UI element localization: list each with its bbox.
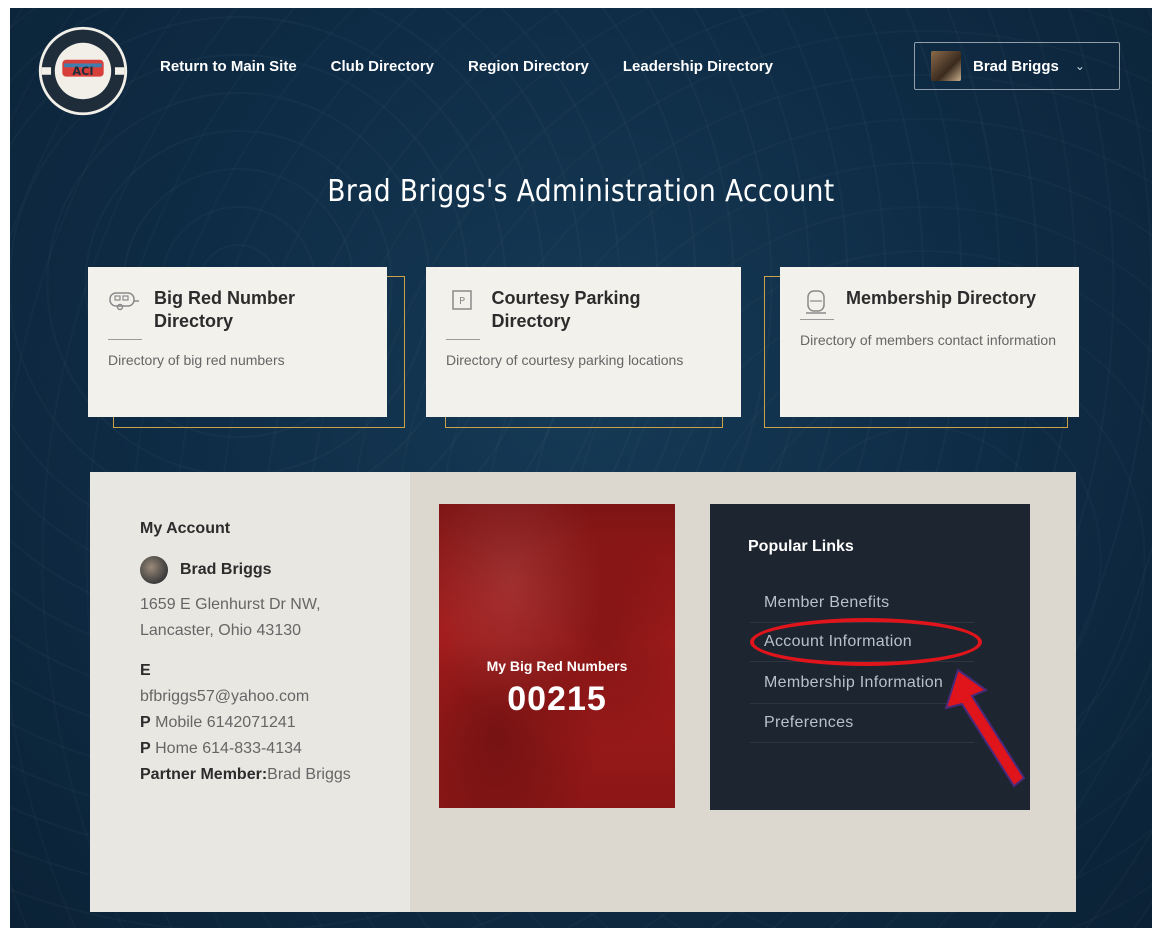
avatar — [931, 51, 961, 81]
user-menu-button[interactable]: Brad Briggs ⌄ — [914, 42, 1120, 90]
card-courtesy-parking-directory[interactable]: P Courtesy Parking Directory Directory o… — [426, 267, 741, 417]
card-membership-directory[interactable]: Membership Directory Directory of member… — [780, 267, 1079, 417]
card-description: Directory of courtesy parking locations — [446, 352, 684, 368]
nav-club-directory[interactable]: Club Directory — [331, 58, 434, 75]
home-value: Home 614-833-4134 — [155, 740, 302, 757]
big-red-numbers-card[interactable]: My Big Red Numbers 00215 — [439, 504, 675, 808]
logo-monogram: ACI — [72, 65, 93, 78]
member-badge-icon — [800, 289, 832, 314]
top-nav: Return to Main Site Club Directory Regio… — [160, 58, 773, 75]
page-title: Brad Briggs's Administration Account — [327, 174, 835, 209]
mobile-label: P — [140, 714, 151, 731]
card-description: Directory of members contact information — [800, 332, 1056, 348]
card-title: Courtesy Parking Directory — [491, 288, 641, 331]
account-panel: My Account Brad Briggs 1659 E Glenhurst … — [90, 472, 1076, 912]
address-line-2: Lancaster, Ohio 43130 — [140, 622, 302, 639]
airstream-trailer-icon — [108, 289, 140, 313]
annotation-arrow-icon — [944, 668, 1026, 788]
card-big-red-number-directory[interactable]: Big Red Number Directory Directory of bi… — [88, 267, 387, 417]
nav-region-directory[interactable]: Region Directory — [468, 58, 589, 75]
avatar — [140, 556, 168, 584]
nav-leadership-directory[interactable]: Leadership Directory — [623, 58, 773, 75]
mobile-value: Mobile 6142071241 — [155, 714, 296, 731]
partner-label: Partner Member: — [140, 766, 268, 783]
partner-value: Brad Briggs — [267, 766, 351, 783]
email-value[interactable]: bfbriggs57@yahoo.com — [140, 684, 400, 710]
chevron-down-icon: ⌄ — [1074, 59, 1085, 73]
big-red-background-photo — [439, 504, 675, 808]
svg-text:P: P — [459, 296, 465, 307]
parking-sign-icon: P — [446, 289, 478, 313]
account-name: Brad Briggs — [180, 561, 272, 578]
card-divider — [446, 339, 480, 340]
club-logo[interactable]: ACI — [36, 24, 130, 118]
email-label: E — [140, 662, 151, 679]
big-red-number: 00215 — [507, 680, 607, 718]
card-description: Directory of big red numbers — [108, 352, 285, 368]
card-divider — [800, 319, 834, 320]
home-label: P — [140, 740, 151, 757]
page-frame: ACI Return to Main Site Club Directory R… — [10, 8, 1152, 928]
annotation-ellipse — [750, 618, 982, 666]
big-red-label: My Big Red Numbers — [486, 658, 628, 674]
card-title: Membership Directory — [846, 288, 1037, 308]
my-account-heading: My Account — [140, 520, 231, 537]
address-line-1: 1659 E Glenhurst Dr NW, — [140, 596, 321, 613]
my-account-section: My Account Brad Briggs 1659 E Glenhurst … — [90, 472, 410, 912]
nav-return-main-site[interactable]: Return to Main Site — [160, 58, 297, 75]
card-divider — [108, 339, 142, 340]
card-title: Big Red Number Directory — [154, 288, 296, 331]
user-menu-name: Brad Briggs — [973, 57, 1059, 75]
popular-links-heading: Popular Links — [748, 538, 854, 555]
